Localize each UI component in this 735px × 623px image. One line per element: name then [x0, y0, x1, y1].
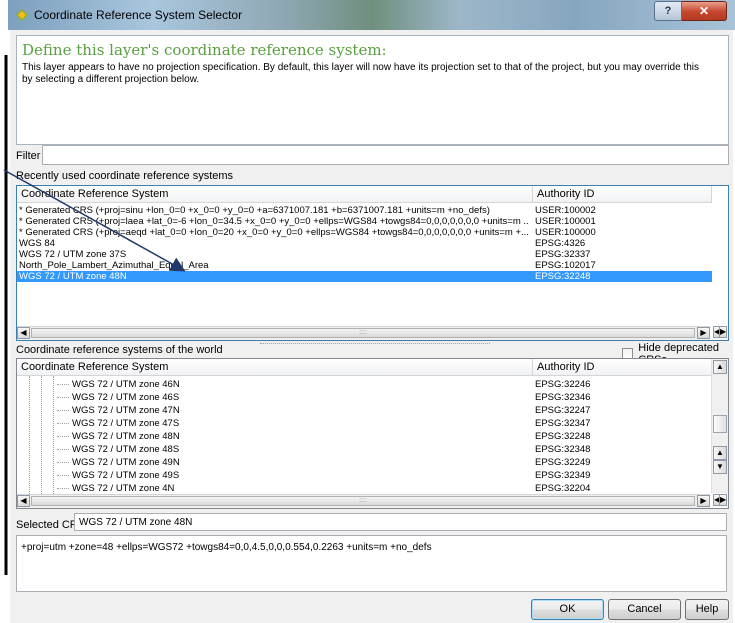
- authority-id-cell: EPSG:32246: [535, 379, 591, 390]
- crs-selector-window: Coordinate Reference System Selector ? ✕…: [8, 0, 735, 623]
- qgis-logo-icon: [16, 9, 28, 21]
- authority-id-cell: EPSG:32248: [535, 271, 591, 282]
- scroll-right-button-2[interactable]: ▶: [719, 326, 727, 338]
- crs-name-cell: * Generated CRS (+proj=laea +lat_0=-6 +l…: [19, 216, 529, 227]
- table-row[interactable]: WGS 84 EPSG:4326: [17, 238, 712, 249]
- tree-item[interactable]: WGS 72 / UTM zone 48N EPSG:32248: [17, 430, 712, 443]
- hint-panel: Define this layer's coordinate reference…: [16, 35, 729, 145]
- scroll-right-button[interactable]: ▶: [697, 495, 710, 507]
- tree-item[interactable]: WGS 72 / UTM zone 47N EPSG:32247: [17, 404, 712, 417]
- scroll-right-button[interactable]: ▶: [697, 327, 710, 339]
- scroll-down-button[interactable]: ▼: [713, 460, 727, 474]
- table-row[interactable]: North_Pole_Lambert_Azimuthal_Equal_Area E…: [17, 260, 712, 271]
- close-button[interactable]: ✕: [682, 1, 727, 21]
- crs-name-cell: WGS 72 / UTM zone 49S: [72, 470, 180, 481]
- cancel-button[interactable]: Cancel: [608, 599, 681, 620]
- authority-id-cell: EPSG:32249: [535, 457, 591, 468]
- column-header-crs[interactable]: Coordinate Reference System: [17, 186, 533, 203]
- crs-name-cell: WGS 72 / UTM zone 46S: [72, 392, 180, 403]
- filter-label: Filter: [16, 150, 41, 162]
- help-button[interactable]: Help: [685, 599, 729, 620]
- splitter-handle[interactable]: [260, 343, 490, 346]
- tree-item[interactable]: WGS 72 / UTM zone 49S EPSG:32349: [17, 469, 712, 482]
- authority-id-cell: EPSG:32346: [535, 392, 591, 403]
- world-horizontal-scrollbar[interactable]: ◀ :::: ▶: [17, 494, 710, 508]
- crs-name-cell: North_Pole_Lambert_Azimuthal_Equal_Area: [19, 260, 209, 271]
- scroll-thumb[interactable]: ::::: [31, 496, 695, 506]
- scroll-left-button[interactable]: ◀: [17, 327, 30, 339]
- filter-input[interactable]: [42, 145, 729, 165]
- scroll-thumb[interactable]: [713, 415, 727, 433]
- table-row[interactable]: * Generated CRS (+proj=sinu +lon_0=0 +x_…: [17, 205, 712, 216]
- scroll-right-button-2[interactable]: ▶: [719, 494, 727, 506]
- world-crs-label: Coordinate reference systems of the worl…: [16, 344, 223, 356]
- crs-name-cell: WGS 72 / UTM zone 47N: [72, 405, 180, 416]
- crs-name-cell: WGS 72 / UTM zone 48S: [72, 444, 180, 455]
- window-title: Coordinate Reference System Selector: [34, 8, 243, 22]
- world-vertical-scrollbar[interactable]: ▲ ▲ ▼: [711, 359, 728, 493]
- authority-id-cell: EPSG:32248: [535, 431, 591, 442]
- crs-name-cell: WGS 72 / UTM zone 48N: [72, 431, 180, 442]
- column-header-authority[interactable]: Authority ID: [533, 359, 712, 376]
- recent-crs-table[interactable]: Coordinate Reference System Authority ID…: [16, 185, 729, 341]
- tree-item[interactable]: WGS 72 / UTM zone 46N EPSG:32246: [17, 378, 712, 391]
- authority-id-cell: EPSG:32349: [535, 470, 591, 481]
- authority-id-cell: EPSG:102017: [535, 260, 596, 271]
- authority-id-cell: EPSG:32347: [535, 418, 591, 429]
- scroll-up-button-2[interactable]: ▲: [713, 446, 727, 460]
- authority-id-cell: EPSG:32247: [535, 405, 591, 416]
- tree-item[interactable]: WGS 72 / UTM zone 46S EPSG:32346: [17, 391, 712, 404]
- world-crs-table[interactable]: Coordinate Reference System Authority ID…: [16, 358, 729, 509]
- column-header-authority[interactable]: Authority ID: [533, 186, 712, 203]
- dialog-body: Define this layer's coordinate reference…: [10, 30, 733, 623]
- table-row[interactable]: WGS 72 / UTM zone 48N EPSG:32248: [17, 271, 712, 282]
- selected-crs-field[interactable]: WGS 72 / UTM zone 48N: [74, 513, 727, 531]
- authority-id-cell: EPSG:32337: [535, 249, 591, 260]
- scroll-up-button[interactable]: ▲: [713, 360, 727, 374]
- hint-title: Define this layer's coordinate reference…: [22, 41, 387, 59]
- help-title-button[interactable]: ?: [654, 1, 682, 21]
- ok-button[interactable]: OK: [531, 599, 604, 620]
- scroll-left-button[interactable]: ◀: [17, 495, 30, 507]
- scroll-thumb[interactable]: ::::: [31, 328, 695, 338]
- crs-name-cell: WGS 72 / UTM zone 46N: [72, 379, 180, 390]
- authority-id-cell: EPSG:4326: [535, 238, 586, 249]
- authority-id-cell: USER:100001: [535, 216, 596, 227]
- recent-horizontal-scrollbar[interactable]: ◀ :::: ▶: [17, 326, 710, 340]
- authority-id-cell: USER:100000: [535, 227, 596, 238]
- table-row[interactable]: * Generated CRS (+proj=laea +lat_0=-6 +l…: [17, 216, 712, 227]
- tree-item[interactable]: WGS 72 / UTM zone 47S EPSG:32347: [17, 417, 712, 430]
- crs-name-cell: WGS 72 / UTM zone 49N: [72, 457, 180, 468]
- crs-name-cell: WGS 72 / UTM zone 48N: [19, 271, 127, 282]
- crs-name-cell: WGS 84: [19, 238, 55, 249]
- tree-item[interactable]: WGS 72 / UTM zone 48S EPSG:32348: [17, 443, 712, 456]
- table-row[interactable]: * Generated CRS (+proj=aeqd +lat_0=0 +lo…: [17, 227, 712, 238]
- crs-name-cell: WGS 72 / UTM zone 37S: [19, 249, 127, 260]
- table-row[interactable]: WGS 72 / UTM zone 37S EPSG:32337: [17, 249, 712, 260]
- crs-name-cell: * Generated CRS (+proj=aeqd +lat_0=0 +lo…: [19, 227, 529, 238]
- tree-item[interactable]: WGS 72 / UTM zone 49N EPSG:32249: [17, 456, 712, 469]
- proj-definition-box[interactable]: +proj=utm +zone=48 +ellps=WGS72 +towgs84…: [16, 535, 727, 592]
- crs-name-cell: * Generated CRS (+proj=sinu +lon_0=0 +x_…: [19, 205, 490, 216]
- recent-crs-label: Recently used coordinate reference syste…: [16, 170, 234, 182]
- authority-id-cell: EPSG:32348: [535, 444, 591, 455]
- column-header-crs[interactable]: Coordinate Reference System: [17, 359, 533, 376]
- authority-id-cell: USER:100002: [535, 205, 596, 216]
- title-bar: Coordinate Reference System Selector ? ✕: [8, 0, 735, 30]
- hint-text: This layer appears to have no projection…: [22, 62, 700, 85]
- crs-name-cell: WGS 72 / UTM zone 47S: [72, 418, 180, 429]
